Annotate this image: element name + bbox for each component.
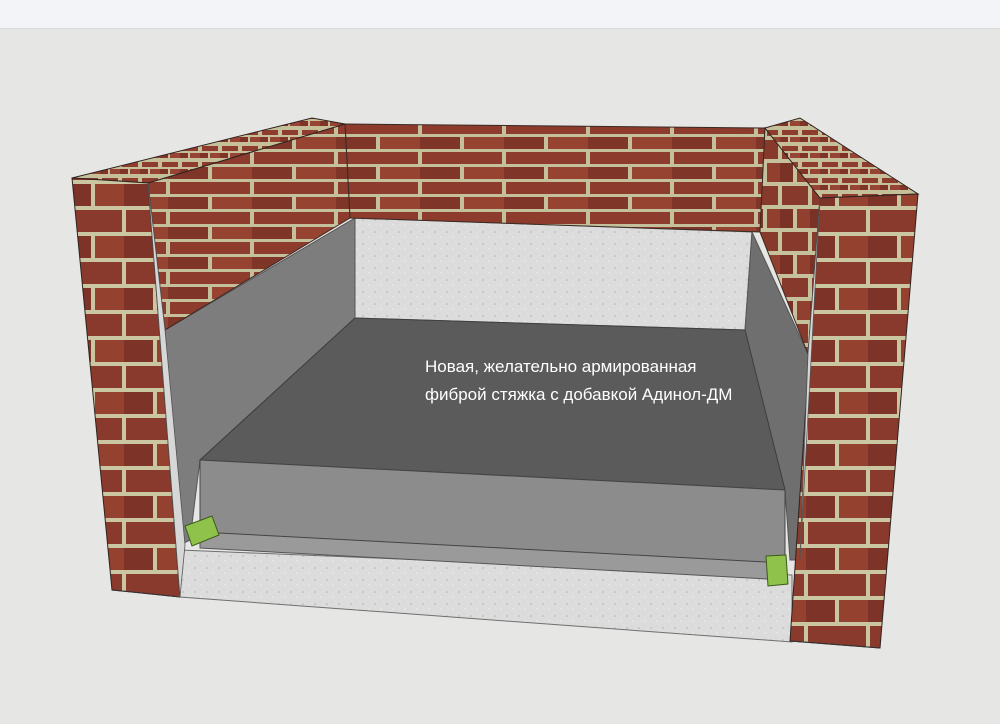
annotation-line-2: фиброй стяжка с добавкой Адинол-ДМ xyxy=(425,385,733,404)
annotation-line-1: Новая, желательно армированная xyxy=(425,357,697,376)
spacer-block-right xyxy=(765,554,789,587)
diagram-canvas: Новая, желательно армированная фиброй ст… xyxy=(0,0,1000,724)
screed-annotation: Новая, желательно армированная фиброй ст… xyxy=(425,353,732,409)
back-brick-wall xyxy=(344,123,766,233)
interior-back-wall xyxy=(354,217,753,331)
